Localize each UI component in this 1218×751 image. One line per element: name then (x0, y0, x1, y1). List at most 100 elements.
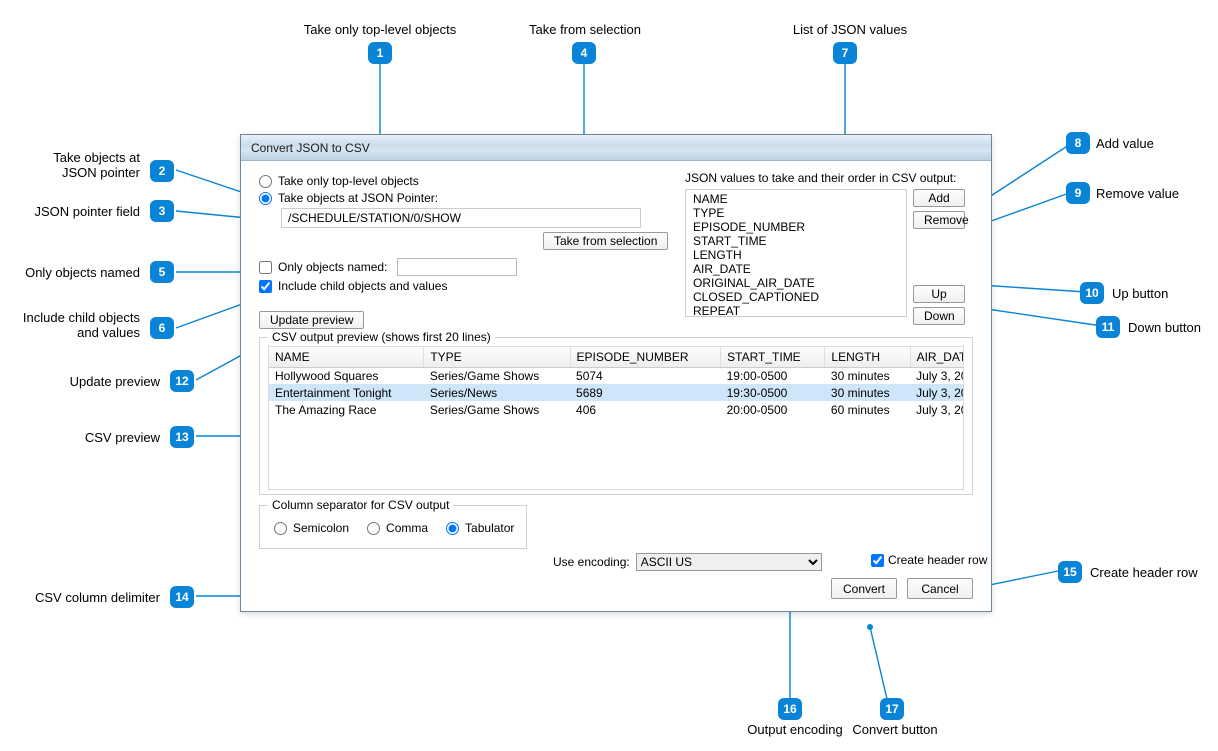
table-cell: 60 minutes (825, 401, 910, 418)
table-cell: 30 minutes (825, 384, 910, 401)
table-cell: Series/Game Shows (424, 367, 570, 384)
sep-semicolon-radio[interactable] (274, 522, 287, 535)
include-children-check[interactable] (259, 280, 272, 293)
callout-13-bubble: 13 (170, 426, 194, 448)
json-value-item[interactable]: AIR_DATE (692, 262, 900, 276)
callout-6-bubble: 6 (150, 317, 174, 339)
callout-10-bubble: 10 (1080, 282, 1104, 304)
callout-8-bubble: 8 (1066, 132, 1090, 154)
table-row[interactable]: The Amazing RaceSeries/Game Shows40620:0… (269, 401, 964, 418)
callout-13-label: CSV preview (70, 430, 160, 445)
radio-json-pointer-label: Take objects at JSON Pointer: (278, 191, 438, 205)
json-value-item[interactable]: ORIGINAL_AIR_DATE (692, 276, 900, 290)
down-button[interactable]: Down (913, 307, 965, 325)
json-value-item[interactable]: CLOSED_CAPTIONED (692, 290, 900, 304)
callout-2-label: Take objects at JSON pointer (10, 150, 140, 180)
cancel-button[interactable]: Cancel (907, 578, 973, 599)
json-values-list[interactable]: NAMETYPEEPISODE_NUMBERSTART_TIMELENGTHAI… (685, 189, 907, 317)
callout-12-label: Update preview (50, 374, 160, 389)
callout-16-label: Output encoding (740, 722, 850, 737)
callout-14-bubble: 14 (170, 586, 194, 608)
add-button[interactable]: Add (913, 189, 965, 207)
take-from-selection-button[interactable]: Take from selection (543, 232, 668, 250)
callout-15-label: Create header row (1090, 565, 1198, 580)
callout-5-label: Only objects named (10, 265, 140, 280)
table-cell: 5689 (570, 384, 721, 401)
csv-preview-scroll[interactable]: NAMETYPEEPISODE_NUMBERSTART_TIMELENGTHAI… (268, 346, 964, 490)
remove-button[interactable]: Remove (913, 211, 965, 229)
callout-7-label: List of JSON values (790, 22, 910, 37)
json-value-item[interactable]: START_TIME (692, 234, 900, 248)
preview-column-header[interactable]: START_TIME (721, 347, 825, 367)
table-cell: Entertainment Tonight (269, 384, 424, 401)
callout-2-bubble: 2 (150, 160, 174, 182)
preview-column-header[interactable]: EPISODE_NUMBER (570, 347, 721, 367)
callout-17-bubble: 17 (880, 698, 904, 720)
json-value-item[interactable]: REPEAT (692, 304, 900, 317)
csv-preview-table: NAMETYPEEPISODE_NUMBERSTART_TIMELENGTHAI… (269, 347, 964, 418)
callout-9-label: Remove value (1096, 186, 1179, 201)
json-pointer-input[interactable]: /SCHEDULE/STATION/0/SHOW (281, 208, 641, 228)
table-cell: 20:00-0500 (721, 401, 825, 418)
callout-1-label: Take only top-level objects (300, 22, 460, 37)
update-preview-button[interactable]: Update preview (259, 311, 364, 329)
convert-dialog: Convert JSON to CSV Take only top-level … (240, 134, 992, 612)
table-cell: 5074 (570, 367, 721, 384)
separator-group: Column separator for CSV output Semicolo… (259, 505, 527, 549)
encoding-select[interactable]: ASCII US (636, 553, 822, 571)
values-list-title: JSON values to take and their order in C… (685, 171, 977, 185)
callout-4-bubble: 4 (572, 42, 596, 64)
table-cell: Series/Game Shows (424, 401, 570, 418)
only-objects-named-check[interactable] (259, 261, 272, 274)
table-cell: 19:00-0500 (721, 367, 825, 384)
table-cell: July 3, 2003 (910, 367, 964, 384)
csv-preview-title: CSV output preview (shows first 20 lines… (268, 330, 495, 344)
preview-column-header[interactable]: LENGTH (825, 347, 910, 367)
separator-title: Column separator for CSV output (268, 498, 453, 512)
json-value-item[interactable]: TYPE (692, 206, 900, 220)
callout-7-bubble: 7 (833, 42, 857, 64)
radio-top-level-label: Take only top-level objects (278, 174, 419, 188)
only-objects-named-input[interactable] (397, 258, 517, 276)
table-row[interactable]: Entertainment TonightSeries/News568919:3… (269, 384, 964, 401)
radio-top-level[interactable] (259, 175, 272, 188)
table-cell: Hollywood Squares (269, 367, 424, 384)
sep-comma-radio[interactable] (367, 522, 380, 535)
callout-14-label: CSV column delimiter (20, 590, 160, 605)
preview-column-header[interactable]: NAME (269, 347, 424, 367)
callout-11-bubble: 11 (1096, 316, 1120, 338)
json-value-item[interactable]: EPISODE_NUMBER (692, 220, 900, 234)
preview-column-header[interactable]: TYPE (424, 347, 570, 367)
radio-json-pointer[interactable] (259, 192, 272, 205)
callout-17-label: Convert button (840, 722, 950, 737)
callout-12-bubble: 12 (170, 370, 194, 392)
up-button[interactable]: Up (913, 285, 965, 303)
only-objects-named-label: Only objects named: (278, 260, 387, 274)
convert-button[interactable]: Convert (831, 578, 897, 599)
dialog-title: Convert JSON to CSV (241, 135, 991, 161)
callout-10-label: Up button (1112, 286, 1168, 301)
table-cell: 19:30-0500 (721, 384, 825, 401)
json-value-item[interactable]: LENGTH (692, 248, 900, 262)
sep-tab-radio[interactable] (446, 522, 459, 535)
create-header-row-check[interactable] (871, 554, 884, 567)
include-children-label: Include child objects and values (278, 279, 447, 293)
callout-15-bubble: 15 (1058, 561, 1082, 583)
callout-4-label: Take from selection (520, 22, 650, 37)
callout-9-bubble: 9 (1066, 182, 1090, 204)
table-cell: 406 (570, 401, 721, 418)
callout-11-label: Down button (1128, 320, 1201, 335)
table-cell: July 3, 2003 (910, 401, 964, 418)
table-cell: The Amazing Race (269, 401, 424, 418)
table-row[interactable]: Hollywood SquaresSeries/Game Shows507419… (269, 367, 964, 384)
callout-3-label: JSON pointer field (10, 204, 140, 219)
sep-tab-label: Tabulator (465, 521, 514, 535)
table-cell: July 3, 2003 (910, 384, 964, 401)
sep-comma-label: Comma (386, 521, 428, 535)
callout-1-bubble: 1 (368, 42, 392, 64)
callout-5-bubble: 5 (150, 261, 174, 283)
preview-column-header[interactable]: AIR_DATE (910, 347, 964, 367)
json-value-item[interactable]: NAME (692, 192, 900, 206)
callout-3-bubble: 3 (150, 200, 174, 222)
callout-8-label: Add value (1096, 136, 1154, 151)
